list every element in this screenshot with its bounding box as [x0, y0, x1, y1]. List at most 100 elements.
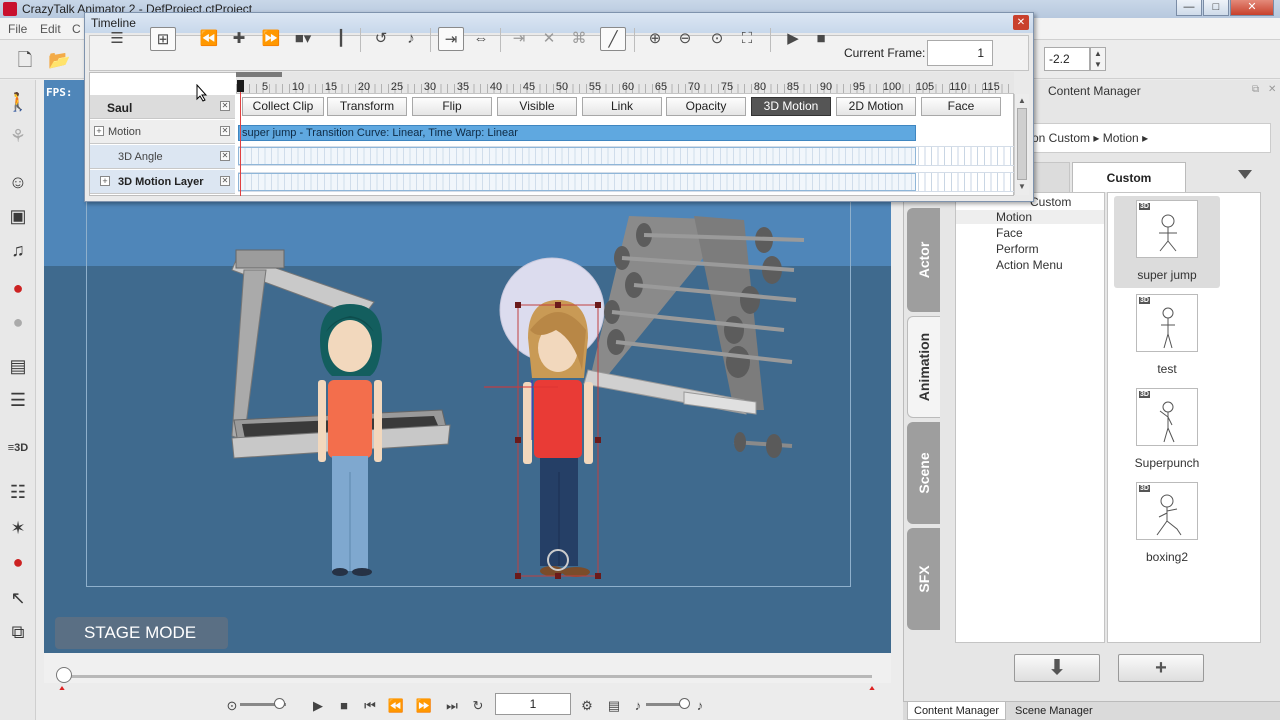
tab-scene-manager[interactable]: Scene Manager — [1009, 702, 1099, 720]
playback-frame-field[interactable]: 1 — [495, 693, 571, 715]
track-motion[interactable]: + Motion ✕ — [90, 120, 235, 144]
library-item[interactable]: 3D Superpunch — [1114, 384, 1220, 476]
tab-content-manager[interactable]: Content Manager — [907, 702, 1006, 720]
motion-clip[interactable]: super jump - Transition Curve: Linear, T… — [238, 125, 916, 141]
delete-icon[interactable]: ✕ — [536, 27, 562, 51]
channel-3d-motion-button[interactable]: 3D Motion — [751, 97, 831, 116]
minimize-button[interactable]: — — [1176, 0, 1202, 16]
motion-icon[interactable]: ⚘ — [6, 124, 30, 148]
expand-icon[interactable]: + — [94, 126, 104, 136]
menu-edit[interactable]: Edit — [40, 22, 61, 36]
saul-actor[interactable] — [523, 300, 593, 577]
volume-mute-icon[interactable]: ♪ — [628, 697, 648, 715]
image-icon[interactable]: ▣ — [6, 204, 30, 228]
split-icon[interactable]: ┃ — [328, 27, 354, 51]
play-icon[interactable]: ▶ — [308, 697, 328, 715]
speech-icon[interactable]: ● — [6, 310, 30, 334]
expand-icon[interactable]: + — [100, 176, 110, 186]
pose-icon[interactable]: ☰ — [6, 388, 30, 412]
tab-scene[interactable]: Scene — [907, 422, 940, 524]
library-item[interactable]: 3D super jump — [1114, 196, 1220, 288]
channel-collect-clip-button[interactable]: Collect Clip — [242, 97, 324, 116]
open-folder-icon[interactable]: 📂 — [48, 49, 70, 71]
channel-opacity-button[interactable]: Opacity — [666, 97, 746, 116]
frame-ruler[interactable]: 5 10 15 20 25 30 35 40 45 50 55 60 65 70… — [236, 72, 1014, 94]
menu-create[interactable]: C — [72, 22, 81, 36]
spin-up-icon[interactable]: ▲ — [1094, 49, 1102, 58]
actor-icon[interactable]: 🚶 — [6, 90, 30, 114]
zoom-fit-icon[interactable]: ⊙ — [704, 27, 730, 51]
paste-icon[interactable]: ⌘ — [566, 27, 592, 51]
go-to-end-icon[interactable]: ⏭ — [442, 697, 462, 715]
panel-close-icon[interactable]: ✕ — [1268, 84, 1276, 95]
channel-flip-button[interactable]: Flip — [412, 97, 492, 116]
current-frame-field[interactable]: 1 — [927, 40, 993, 66]
3d-angle-lane[interactable] — [238, 146, 1014, 166]
tab-sfx[interactable]: SFX — [907, 528, 940, 630]
library-item[interactable]: 3D test — [1114, 290, 1220, 382]
channel-link-button[interactable]: Link — [582, 97, 662, 116]
close-track-icon[interactable]: ✕ — [220, 101, 230, 111]
next-frame-icon[interactable]: ⏩ — [414, 697, 434, 715]
track-3d-motion-layer[interactable]: + 3D Motion Layer ✕ — [90, 170, 235, 194]
loop-clip-icon[interactable]: ↺ — [368, 27, 394, 51]
fullscreen-icon[interactable]: ⛶ — [734, 27, 760, 51]
ruler-scroll-thumb[interactable] — [236, 72, 282, 77]
tree-item-action-menu[interactable]: Action Menu — [996, 258, 1063, 272]
tree-item-perform[interactable]: Perform — [996, 242, 1039, 256]
timeline-vertical-scrollbar[interactable]: ▲ ▼ — [1014, 94, 1029, 195]
speed-slider-knob[interactable] — [274, 698, 285, 709]
scroll-up-icon[interactable]: ▲ — [1018, 96, 1026, 105]
scrubber-track[interactable] — [62, 675, 872, 678]
zoom-out-icon[interactable]: ⊖ — [672, 27, 698, 51]
weight-rack-prop[interactable] — [583, 216, 805, 458]
add-key-icon[interactable]: ✚ — [226, 27, 252, 51]
audio-note-icon[interactable]: ♪ — [398, 27, 424, 51]
record-icon[interactable]: ● — [6, 550, 30, 574]
channel-transform-button[interactable]: Transform — [327, 97, 407, 116]
channel-face-button[interactable]: Face — [921, 97, 1001, 116]
timeline-close-button[interactable]: ✕ — [1013, 15, 1029, 30]
go-to-start-icon[interactable]: ⏮ — [360, 697, 380, 715]
channel-2d-motion-button[interactable]: 2D Motion — [836, 97, 916, 116]
stop-icon[interactable]: ■ — [334, 697, 354, 715]
key-menu-icon[interactable]: ■▾ — [290, 27, 316, 51]
script-icon[interactable]: ☷ — [6, 480, 30, 504]
copy-icon[interactable]: ⇥ — [506, 27, 532, 51]
value-field[interactable]: -2.2 — [1044, 47, 1090, 71]
layers-icon[interactable]: ⧉ — [6, 620, 30, 644]
tree-item-motion[interactable]: Motion — [956, 210, 1104, 224]
tab-actor[interactable]: Actor — [907, 208, 940, 312]
channel-visible-button[interactable]: Visible — [497, 97, 577, 116]
speed-icon[interactable]: ⊙ — [222, 697, 242, 715]
download-button[interactable]: ⬇ — [1014, 654, 1100, 682]
value-spinner[interactable]: ▲ ▼ — [1090, 47, 1106, 71]
tab-custom[interactable]: Custom — [1072, 162, 1186, 192]
close-track-icon[interactable]: ✕ — [220, 176, 230, 186]
add-track-icon[interactable]: ⊞ — [150, 27, 176, 51]
fit-range-icon[interactable]: ⇔ — [468, 27, 494, 51]
select-tool-icon[interactable]: ↖ — [6, 586, 30, 610]
scroll-thumb[interactable] — [1017, 108, 1027, 180]
stage-mode-badge[interactable]: STAGE MODE — [55, 617, 228, 649]
tree-root-custom[interactable]: Custom — [1030, 195, 1071, 209]
close-track-icon[interactable]: ✕ — [220, 126, 230, 136]
close-track-icon[interactable]: ✕ — [220, 151, 230, 161]
scroll-down-icon[interactable]: ▼ — [1018, 182, 1026, 191]
timeline-play-icon[interactable]: ▶ — [780, 27, 806, 51]
breadcrumb[interactable]: tion Custom ▸ Motion ▸ — [1017, 123, 1271, 153]
scene-icon[interactable]: ▤ — [6, 354, 30, 378]
spin-down-icon[interactable]: ▼ — [1094, 60, 1102, 69]
face-icon[interactable]: ☺ — [6, 170, 30, 194]
previous-key-icon[interactable]: ⏪ — [196, 27, 222, 51]
track-list-icon[interactable]: ☰ — [104, 27, 130, 51]
next-key-icon[interactable]: ⏩ — [258, 27, 284, 51]
3d-motion-layer-lane[interactable] — [238, 172, 1014, 192]
add-button[interactable]: + — [1118, 654, 1204, 682]
previous-frame-icon[interactable]: ⏪ — [386, 697, 406, 715]
maximize-button[interactable]: □ — [1203, 0, 1229, 16]
panel-float-icon[interactable]: ⧉ — [1252, 84, 1259, 95]
timeline-stop-icon[interactable]: ■ — [808, 27, 834, 51]
zoom-in-icon[interactable]: ⊕ — [642, 27, 668, 51]
chevron-down-icon[interactable] — [1238, 170, 1252, 179]
